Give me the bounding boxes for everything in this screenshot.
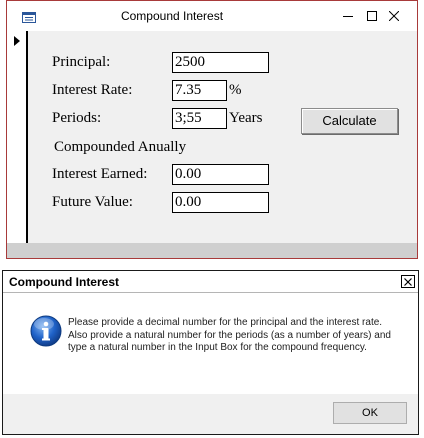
record-selector[interactable] [7,31,28,243]
message-box-text: Please provide a decimal number for the … [68,317,391,353]
ok-button[interactable]: OK [333,402,407,424]
form-title-bar: Compound Interest [7,1,417,31]
interest-earned-field[interactable]: 0.00 [172,164,269,185]
message-box-content: Please provide a decimal number for the … [3,293,418,394]
principal-input[interactable]: 2500 [172,52,269,73]
form-body: Principal: 2500 Interest Rate: 7.35 % Pe… [7,31,417,258]
form-detail-section: Principal: 2500 Interest Rate: 7.35 % Pe… [28,31,417,243]
interest-rate-input[interactable]: 7.35 [172,80,227,101]
periods-input[interactable]: 3;55 [172,108,227,129]
close-button[interactable] [371,1,417,31]
periods-unit: Years [229,110,263,126]
form-title: Compound Interest [120,9,224,23]
form-footer [7,243,417,258]
principal-label: Principal: [52,54,111,70]
message-box-footer: OK [3,394,418,434]
interest-rate-label: Interest Rate: [52,82,133,98]
message-box-close-button[interactable] [401,275,415,288]
future-value-field[interactable]: 0.00 [172,192,269,213]
periods-label: Periods: [52,110,102,126]
message-box-title-bar: Compound Interest [3,271,418,293]
future-value-label: Future Value: [52,194,133,210]
message-box-dialog: Compound Interest Please provide a decim… [2,270,419,435]
current-record-arrow-icon [14,33,20,51]
close-icon [389,11,399,21]
close-icon [404,277,412,286]
message-box-title: Compound Interest [9,275,119,289]
calculate-button[interactable]: Calculate [301,108,398,134]
compound-interest-form-window: Compound Interest Principal: 2500 Intere… [6,0,418,259]
compounded-label: Compounded Anually [54,139,187,155]
interest-rate-unit: % [229,82,242,98]
interest-earned-label: Interest Earned: [52,166,148,182]
info-icon [30,315,62,352]
